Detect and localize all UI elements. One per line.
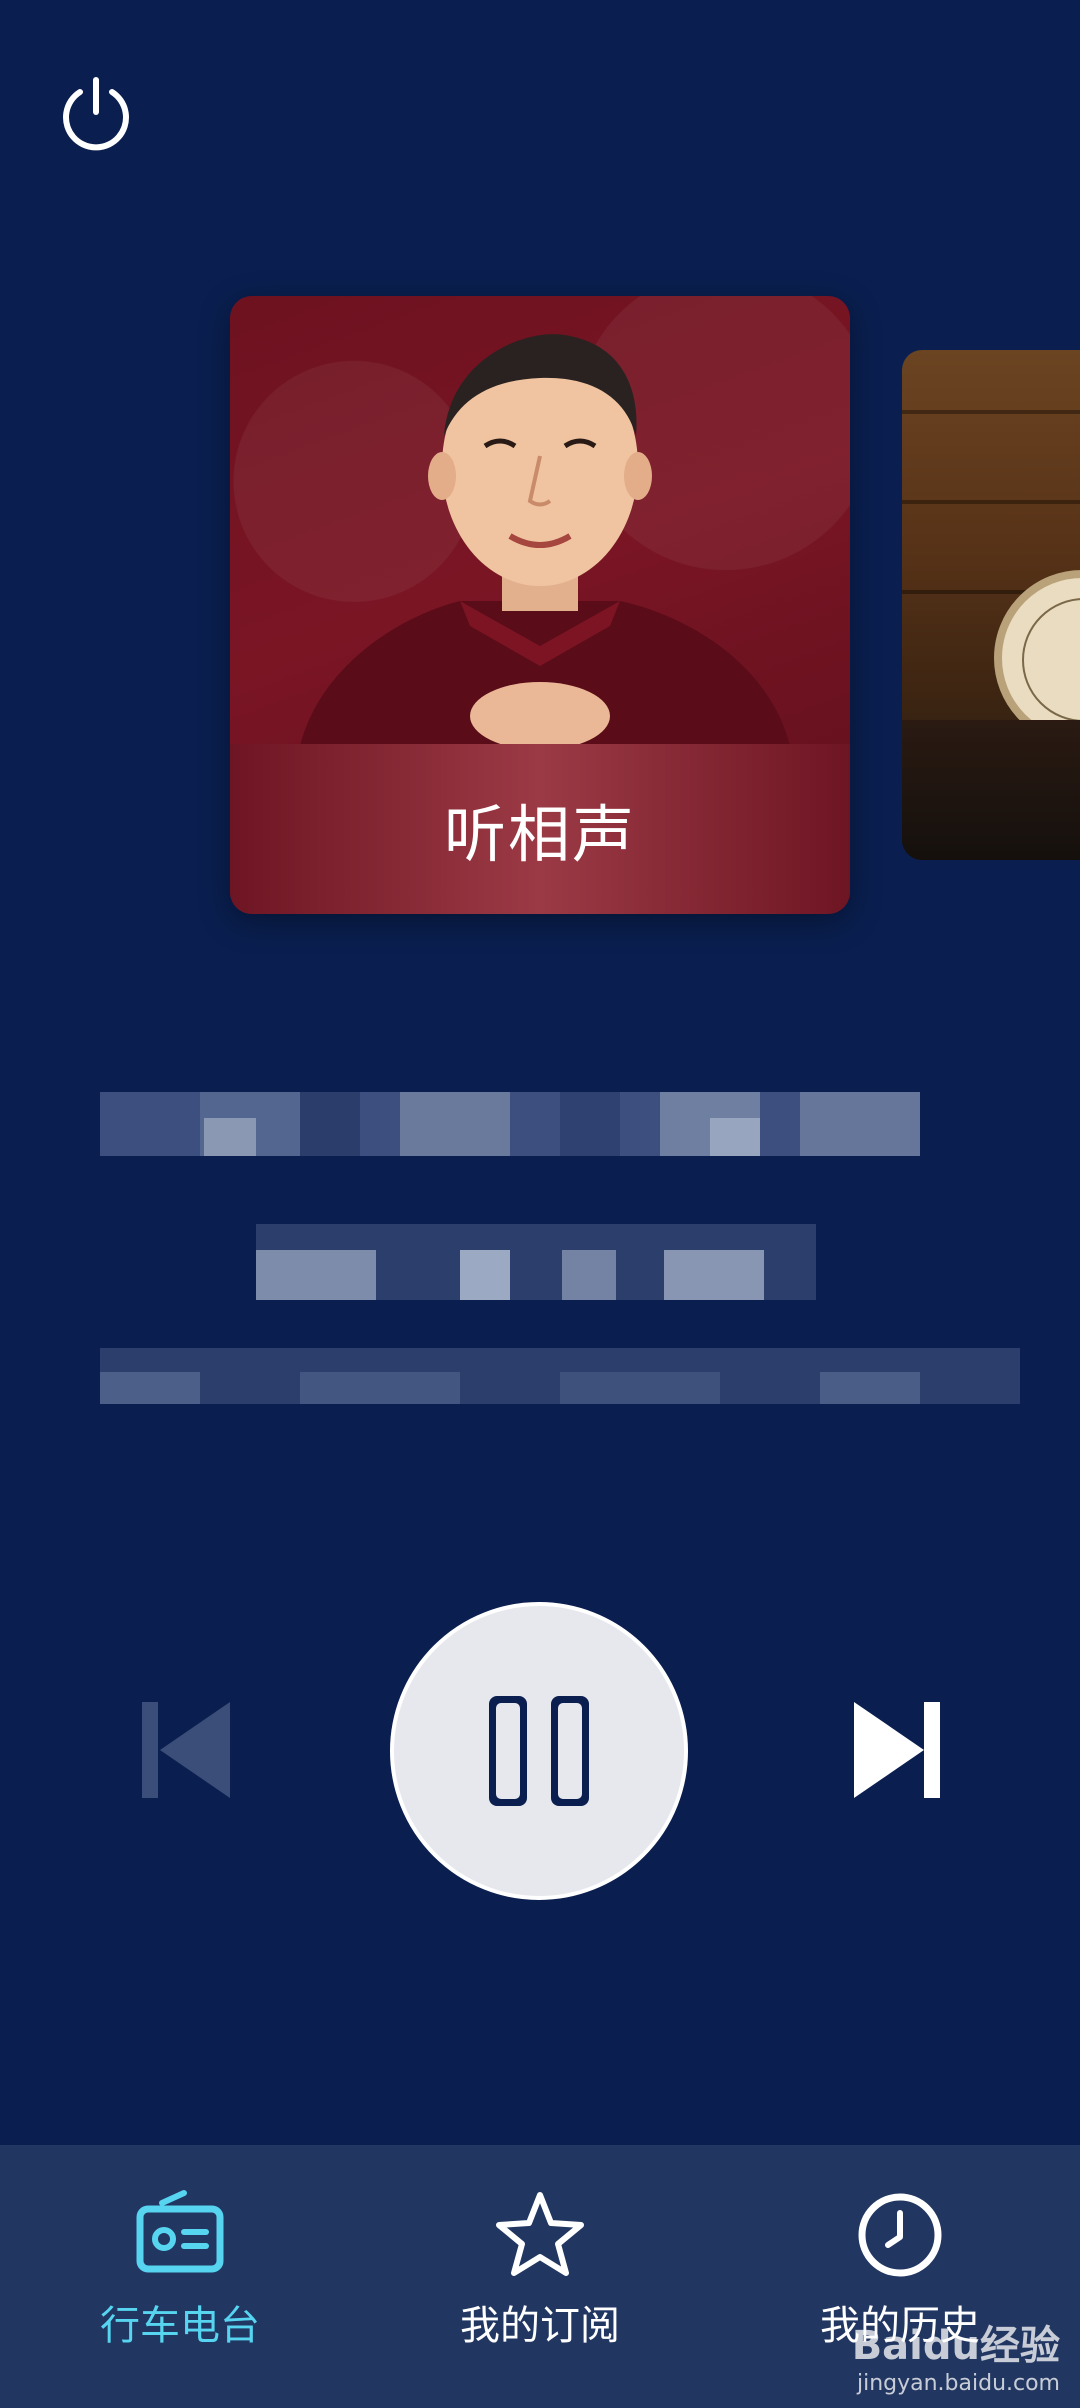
tab-label: 我的订阅 bbox=[460, 2303, 620, 2349]
power-icon bbox=[63, 77, 129, 151]
card-caption bbox=[902, 720, 1080, 860]
shelf-line bbox=[902, 500, 1080, 504]
card-caption: 听相声 bbox=[230, 744, 850, 914]
watermark-url: jingyan.baidu.com bbox=[856, 2371, 1060, 2396]
play-pause-button[interactable] bbox=[390, 1602, 688, 1900]
program-title-pixelated bbox=[100, 1092, 920, 1156]
pause-icon bbox=[551, 1696, 589, 1806]
channel-card-crosstalk[interactable]: 听相声 bbox=[230, 296, 850, 914]
previous-button[interactable] bbox=[140, 1698, 232, 1802]
skip-next-icon bbox=[854, 1702, 940, 1798]
shelf-line bbox=[902, 410, 1080, 414]
tab-my-subscriptions[interactable]: 我的订阅 bbox=[360, 2145, 720, 2408]
radio-icon bbox=[132, 2187, 228, 2283]
baidu-watermark: Baidu经验 jingyan.baidu.com bbox=[852, 2313, 1060, 2396]
power-button[interactable] bbox=[56, 74, 136, 154]
pause-icon bbox=[489, 1696, 527, 1806]
tab-driving-radio[interactable]: 行车电台 bbox=[0, 2145, 360, 2408]
host-portrait-image bbox=[300, 334, 790, 746]
skip-previous-icon bbox=[142, 1702, 230, 1798]
next-button[interactable] bbox=[852, 1698, 942, 1802]
channel-card-next[interactable] bbox=[902, 350, 1080, 860]
tab-label: 行车电台 bbox=[100, 2303, 260, 2349]
program-info-obscured bbox=[100, 1092, 1020, 1414]
watermark-logo: Baidu经验 bbox=[851, 2323, 1060, 2369]
program-subtitle-pixelated bbox=[256, 1224, 916, 1300]
program-description-pixelated bbox=[100, 1324, 1020, 1404]
star-icon bbox=[492, 2187, 588, 2283]
card-title: 听相声 bbox=[443, 798, 636, 871]
clock-icon bbox=[852, 2187, 948, 2283]
